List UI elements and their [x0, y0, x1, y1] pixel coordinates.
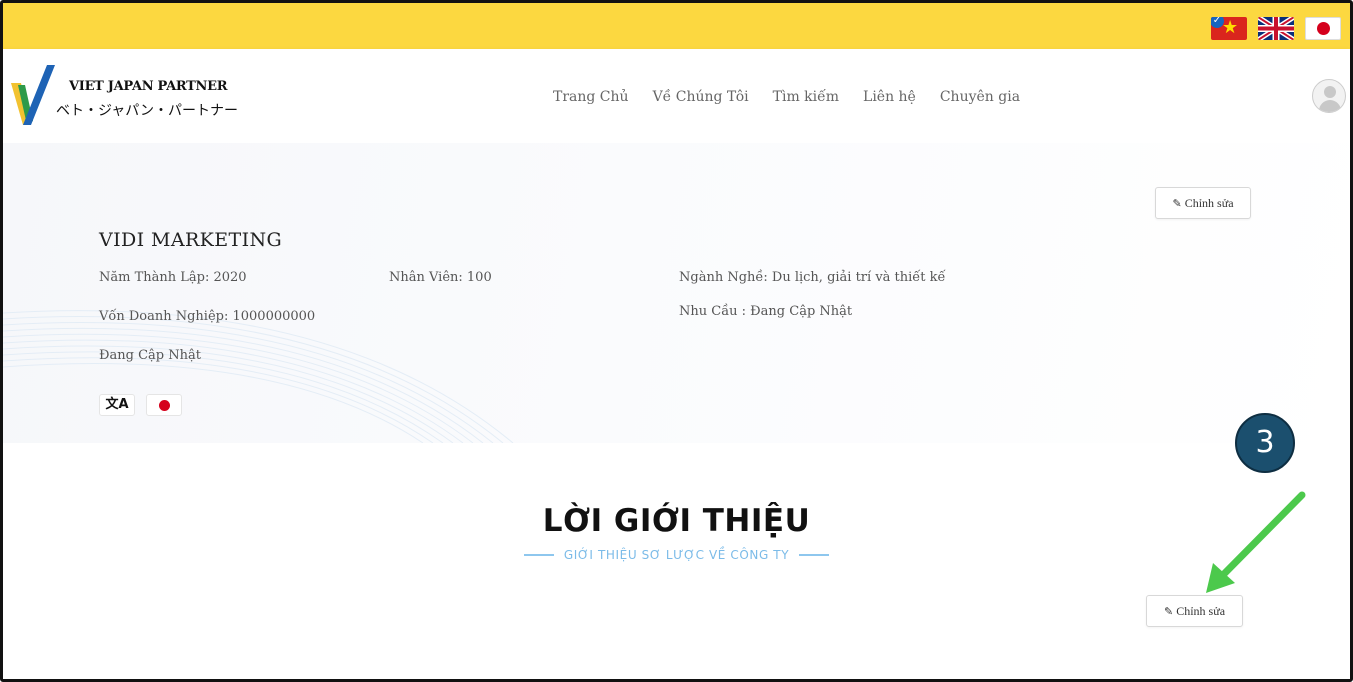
vietnam-flag-icon[interactable]: ★ ✓ [1211, 17, 1247, 40]
language-bar: ★ ✓ [3, 3, 1350, 49]
japan-flag-icon[interactable] [1305, 17, 1341, 40]
company-info-section: ✎ Chỉnh sửa VIDI MARKETING Năm Thành Lập… [3, 143, 1350, 443]
founded-year: Năm Thành Lập: 2020 [99, 270, 247, 285]
logo-title[interactable]: VIET JAPAN PARTNER [69, 79, 228, 94]
site-header: VIET JAPAN PARTNER ベト・ジャパン・パートナー Trang C… [3, 49, 1350, 143]
edit-intro-label: Chỉnh sửa [1176, 603, 1226, 618]
divider-left [523, 554, 554, 556]
decorative-waves [3, 310, 514, 443]
pencil-icon: ✎ [1163, 604, 1174, 618]
japan-sun-icon [1317, 22, 1330, 35]
industry: Ngành Nghề: Du lịch, giải trí và thiết k… [679, 270, 946, 285]
intro-subtitle-row: GIỚI THIỆU SƠ LƯỢC VỀ CÔNG TY [3, 548, 1350, 562]
nav-about[interactable]: Về Chúng Tôi [653, 89, 749, 105]
logo-icon[interactable] [9, 63, 57, 129]
pencil-icon: ✎ [1172, 196, 1182, 210]
main-nav: Trang Chủ Về Chúng Tôi Tìm kiếm Liên hệ … [553, 89, 1020, 105]
star-icon: ★ [1222, 17, 1239, 38]
translate-icon[interactable]: 文A [99, 394, 135, 416]
intro-title: LỜI GIỚI THIỆU [542, 503, 811, 539]
company-needs: Nhu Cầu : Đang Cập Nhật [679, 304, 853, 319]
company-address: Đang Cập Nhật [99, 348, 201, 363]
nav-search[interactable]: Tìm kiếm [773, 89, 839, 105]
intro-subtitle: GIỚI THIỆU SƠ LƯỢC VỀ CÔNG TY [563, 548, 790, 562]
company-capital: Vốn Doanh Nghiệp: 1000000000 [99, 309, 316, 324]
avatar-head-icon [1324, 86, 1336, 98]
uk-flag-icon[interactable] [1258, 17, 1294, 40]
employee-count: Nhân Viên: 100 [389, 270, 492, 285]
step-number-badge: 3 [1235, 413, 1295, 473]
company-name: VIDI MARKETING [99, 229, 283, 251]
page-frame: ★ ✓ VIET JAPAN PARTNER ベト・ジャパン・パートナー Tra… [0, 0, 1353, 682]
logo-subtitle: ベト・ジャパン・パートナー [56, 103, 238, 119]
nav-experts[interactable]: Chuyên gia [940, 89, 1020, 105]
user-avatar[interactable] [1312, 79, 1346, 113]
japanese-language-badge[interactable] [146, 394, 182, 416]
nav-contact[interactable]: Liên hệ [863, 89, 916, 105]
edit-intro-button[interactable]: ✎ Chỉnh sửa [1146, 595, 1243, 627]
edit-company-button[interactable]: ✎ Chỉnh sửa [1155, 187, 1251, 219]
avatar-body-icon [1319, 100, 1341, 112]
nav-home[interactable]: Trang Chủ [553, 89, 629, 105]
japan-sun-icon [159, 400, 170, 411]
edit-company-label: Chỉnh sửa [1184, 195, 1234, 210]
divider-right [799, 554, 830, 556]
